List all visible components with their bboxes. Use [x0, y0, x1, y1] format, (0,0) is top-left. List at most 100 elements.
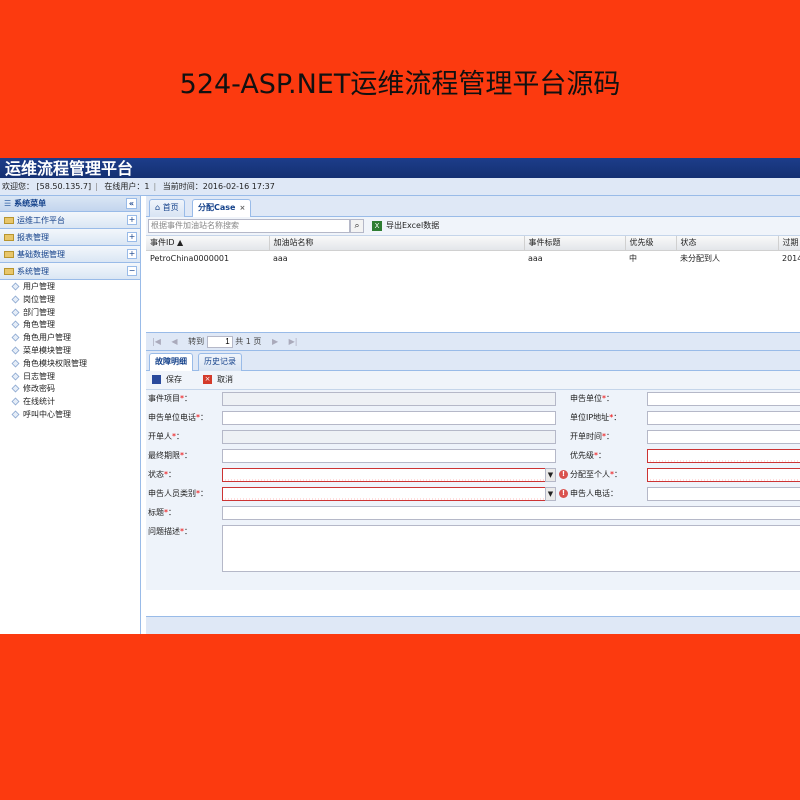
grid-toolbar: 根据事件加油站名称搜索 ⌕ X 导出Excel数据: [146, 217, 800, 236]
tab-history[interactable]: 历史记录: [198, 353, 242, 371]
menu-item-roles[interactable]: 角色管理: [0, 319, 140, 332]
excel-icon: X: [372, 220, 382, 231]
priority-select[interactable]: [647, 449, 800, 463]
col-status[interactable]: 状态: [676, 236, 779, 251]
label-event-item: 事件项目*：: [148, 394, 192, 403]
menu-item-menu-modules[interactable]: 菜单模块管理: [0, 345, 140, 358]
col-priority[interactable]: 优先级: [625, 236, 677, 251]
online-users: 在线用户：1: [104, 182, 150, 191]
accordion-system[interactable]: 系统管理 −: [0, 263, 140, 280]
cell-event-title: aaa: [528, 253, 543, 263]
col-event-id[interactable]: 事件ID ▲: [146, 236, 270, 251]
app-title: 运维流程管理平台: [0, 158, 800, 178]
search-icon[interactable]: ⌕: [350, 219, 364, 233]
cell-status: 未分配到人: [680, 253, 720, 263]
tab-assign-case[interactable]: 分配Case ×: [192, 199, 252, 218]
pager: |◀ ◀ 转到 共 1 页 ▶ ▶|: [146, 333, 800, 351]
cancel-button[interactable]: × 取消: [203, 374, 233, 386]
warning-icon: !: [559, 489, 568, 498]
main-tabbar: ⌂ 首页 分配Case ×: [146, 196, 800, 218]
export-excel-button[interactable]: X 导出Excel数据: [372, 220, 439, 232]
grid-header: 事件ID ▲ 加油站名称 事件标题 优先级 状态 过期: [146, 236, 800, 251]
open-time-field[interactable]: [647, 430, 800, 444]
label-open-time: 开单时间*：: [570, 432, 614, 441]
menu-item-online-stats[interactable]: 在线统计: [0, 396, 140, 409]
cancel-icon: ×: [203, 375, 212, 384]
menu-item-departments[interactable]: 部门管理: [0, 307, 140, 320]
status-bar: 欢迎您： [58.50.135.7] | 在线用户：1 | 当前时间：2016-02…: [0, 178, 800, 196]
tab-fault-detail[interactable]: 故障明细: [149, 353, 193, 372]
expand-icon[interactable]: +: [127, 249, 137, 259]
menu-item-logs[interactable]: 日志管理: [0, 371, 140, 384]
reporter-type-select[interactable]: [222, 487, 546, 501]
close-icon[interactable]: ×: [239, 200, 245, 216]
leaf-icon: [11, 333, 20, 342]
expand-icon[interactable]: +: [127, 215, 137, 225]
menu-item-users[interactable]: 用户管理: [0, 281, 140, 294]
menu-item-role-permissions[interactable]: 角色模块权限管理: [0, 358, 140, 371]
search-input[interactable]: 根据事件加油站名称搜索: [148, 219, 350, 233]
label-description: 问题描述*：: [148, 527, 192, 536]
leaf-icon: [11, 410, 20, 419]
col-event-title[interactable]: 事件标题: [524, 236, 626, 251]
accordion-label: 报表管理: [17, 233, 49, 242]
page-number-input[interactable]: [206, 335, 233, 348]
accordion-basedata[interactable]: 基础数据管理 +: [0, 246, 140, 263]
assign-to-select[interactable]: [647, 468, 800, 482]
leaf-icon: [11, 308, 20, 317]
opener-field[interactable]: [222, 430, 556, 444]
tab-home[interactable]: ⌂ 首页: [149, 199, 185, 217]
col-station-name[interactable]: 加油站名称: [269, 236, 525, 251]
last-page-icon[interactable]: ▶|: [289, 337, 298, 346]
menu-item-call-center[interactable]: 呼叫中心管理: [0, 409, 140, 422]
first-page-icon[interactable]: |◀: [152, 337, 161, 346]
accordion-label: 系统管理: [17, 267, 49, 276]
reporter-phone-field[interactable]: [222, 411, 556, 425]
title-field[interactable]: [222, 506, 800, 520]
col-expire[interactable]: 过期: [778, 236, 800, 251]
menu-list-icon: ☰: [4, 199, 12, 208]
folder-icon: [4, 217, 14, 224]
leaf-icon: [11, 320, 20, 329]
main-panel: ⌂ 首页 分配Case × 根据事件加油站名称搜索 ⌕ X 导出Excel数据 事件…: [146, 196, 800, 634]
menu-item-change-password[interactable]: 修改密码: [0, 383, 140, 396]
reporter-unit-field[interactable]: [647, 392, 800, 406]
label-reporter-unit: 申告单位*：: [570, 394, 614, 403]
sidebar: ☰ 系统菜单 « 运维工作平台 + 报表管理 + 基础数据管理 + 系统管理 − 用户管理…: [0, 196, 141, 634]
accordion-label: 基础数据管理: [17, 250, 65, 259]
prev-page-icon[interactable]: ◀: [171, 337, 177, 346]
cell-event-id: PetroChina0000001: [150, 253, 230, 263]
label-reporter-type: 申告人员类别*：: [148, 489, 208, 498]
label-state: 状态*：: [148, 470, 176, 479]
detail-tabbar: 故障明细 历史记录: [146, 351, 800, 372]
chevron-down-icon[interactable]: ▼: [545, 487, 556, 501]
label-reporter-tel: 申告人电话：: [570, 489, 618, 498]
table-row[interactable]: PetroChina0000001 aaa aaa 中 未分配到人 2014: [146, 250, 800, 266]
label-unit-ip: 单位IP地址*：: [570, 413, 622, 422]
folder-icon: [4, 251, 14, 258]
chevron-down-icon[interactable]: ▼: [545, 468, 556, 482]
save-icon: [152, 375, 161, 384]
collapse-icon[interactable]: −: [127, 266, 137, 276]
collapse-sidebar-button[interactable]: «: [126, 198, 137, 209]
save-button[interactable]: 保存: [152, 374, 182, 386]
leaf-icon: [11, 384, 20, 393]
expand-icon[interactable]: +: [127, 232, 137, 242]
leaf-icon: [11, 295, 20, 304]
home-icon: ⌂: [155, 203, 161, 212]
menu-item-positions[interactable]: 岗位管理: [0, 294, 140, 307]
cell-expire: 2014: [782, 253, 800, 263]
label-title: 标题*：: [148, 508, 176, 517]
unit-ip-field[interactable]: [647, 411, 800, 425]
description-textarea[interactable]: [222, 525, 800, 572]
menu-item-role-users[interactable]: 角色用户管理: [0, 332, 140, 345]
state-select[interactable]: [222, 468, 546, 482]
event-item-field[interactable]: [222, 392, 556, 406]
goto-label: 转到: [188, 337, 205, 346]
accordion-ops-platform[interactable]: 运维工作平台 +: [0, 212, 140, 229]
accordion-reports[interactable]: 报表管理 +: [0, 229, 140, 246]
deadline-field[interactable]: [222, 449, 556, 463]
label-priority: 优先级*：: [570, 451, 606, 460]
reporter-tel-field[interactable]: [647, 487, 800, 501]
next-page-icon[interactable]: ▶: [272, 337, 278, 346]
